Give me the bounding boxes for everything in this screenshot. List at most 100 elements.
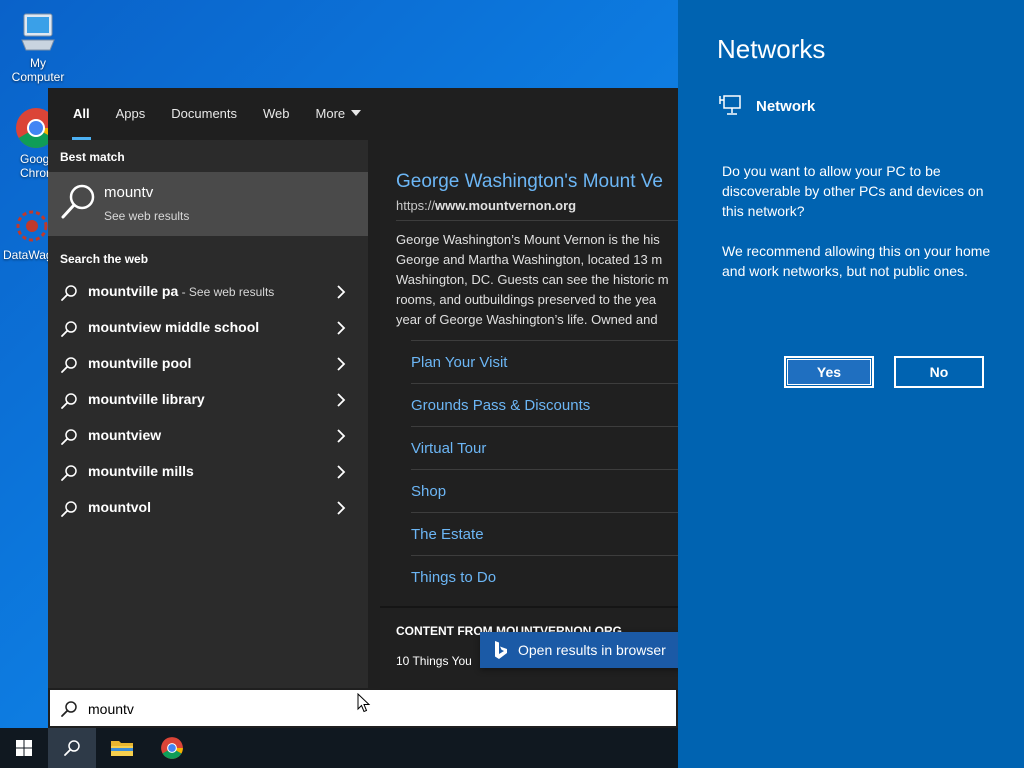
desktop-icon-label: Goog Chror (20, 152, 51, 180)
web-suggestion-item[interactable]: mountville mills (48, 454, 368, 490)
web-suggestion-item[interactable]: mountville pool (48, 346, 368, 382)
web-suggestion-item[interactable]: mountview middle school (48, 310, 368, 346)
link-things-to-do[interactable]: Things to Do (411, 569, 496, 586)
tab-label: Web (263, 106, 290, 121)
divider (411, 340, 678, 341)
search-query: mountv (88, 701, 134, 717)
suggestion-query: mountville library (88, 391, 205, 407)
search-icon (61, 184, 95, 219)
link-the-estate[interactable]: The Estate (411, 526, 484, 543)
tab-label: More (315, 106, 346, 121)
search-tabs: All Apps Documents Web More (48, 88, 678, 140)
link-grounds-pass[interactable]: Grounds Pass & Discounts (411, 397, 590, 414)
divider (411, 426, 678, 427)
search-icon (61, 357, 77, 373)
best-match-item[interactable]: mountv See web results (48, 172, 368, 236)
web-suggestion-item[interactable]: mountville pa - See web results (48, 274, 368, 310)
suggestion-extra: - See web results (178, 285, 275, 299)
suggestion-query: mountview middle school (88, 319, 260, 335)
suggestion-query: mountvol (88, 499, 151, 515)
search-web-heading: Search the web (60, 252, 149, 266)
tab-apps[interactable]: Apps (103, 88, 159, 140)
link-virtual-tour[interactable]: Virtual Tour (411, 440, 486, 457)
web-suggestion-item[interactable]: mountvol (48, 490, 368, 526)
link-plan-your-visit[interactable]: Plan Your Visit (411, 354, 507, 371)
mouse-cursor (357, 693, 371, 713)
description-line: Washington, DC. Guests can see the histo… (396, 272, 669, 287)
bing-icon (495, 641, 507, 659)
search-icon (61, 429, 77, 445)
tab-all[interactable]: All (60, 88, 103, 140)
preview-url[interactable]: https://www.mountvernon.org (396, 198, 576, 213)
web-suggestion-item[interactable]: mountville library (48, 382, 368, 418)
taskbar-file-explorer[interactable] (98, 728, 146, 768)
open-in-browser-button[interactable]: Open results in browser (480, 632, 680, 668)
windows-icon (16, 740, 32, 756)
chevron-right-icon[interactable] (336, 429, 346, 443)
divider (380, 606, 678, 608)
suggestion-query: mountville pa (88, 283, 179, 299)
suggestion-text: mountview (88, 427, 161, 443)
chevron-right-icon[interactable] (336, 321, 346, 335)
tab-more[interactable]: More (303, 88, 375, 140)
search-icon (61, 285, 77, 301)
web-suggestion-item[interactable]: mountview (48, 418, 368, 454)
preview-description: George Washington’s Mount Vernon is the … (396, 230, 678, 330)
description-line: year of George Washington’s life. Owned … (396, 312, 658, 327)
networks-flyout: Networks Network Do you want to allow yo… (678, 0, 1024, 768)
divider (396, 220, 678, 221)
best-match-subtitle: See web results (104, 209, 190, 223)
divider (411, 383, 678, 384)
best-match-title: mountv (104, 184, 154, 201)
tab-label: All (73, 106, 90, 121)
suggestion-text: mountvol (88, 499, 151, 515)
taskbar-chrome[interactable] (148, 728, 196, 768)
suggestion-text: mountview middle school (88, 319, 259, 335)
description-line: George Washington’s Mount Vernon is the … (396, 232, 660, 247)
content-item[interactable]: 10 Things You (396, 654, 472, 668)
chevron-right-icon[interactable] (336, 357, 346, 371)
taskbar-search-button[interactable] (48, 728, 96, 768)
tab-documents[interactable]: Documents (158, 88, 250, 140)
search-icon (64, 740, 80, 756)
chevron-right-icon[interactable] (336, 465, 346, 479)
chevron-down-icon (351, 110, 362, 116)
link-shop[interactable]: Shop (411, 483, 446, 500)
preview-title[interactable]: George Washington's Mount Ve (396, 171, 663, 193)
suggestion-text: mountville pa - See web results (88, 283, 274, 299)
suggestion-query: mountville mills (88, 463, 194, 479)
networks-title: Networks (717, 34, 826, 64)
suggestion-text: mountville mills (88, 463, 194, 479)
chevron-right-icon[interactable] (336, 501, 346, 515)
suggestion-query: mountville pool (88, 355, 192, 371)
search-icon (61, 465, 77, 481)
open-in-browser-label: Open results in browser (518, 642, 666, 658)
tab-label: Apps (115, 106, 146, 121)
chrome-icon (161, 737, 183, 759)
search-icon (61, 321, 77, 337)
no-button[interactable]: No (894, 356, 984, 388)
chevron-right-icon[interactable] (336, 393, 346, 407)
web-suggestions: mountville pa - See web results mountview… (48, 274, 368, 526)
description-line: George and Martha Washington, located 13… (396, 252, 663, 267)
results-list: Best match mountv See web results Search… (48, 140, 368, 688)
tab-web[interactable]: Web (250, 88, 303, 140)
datawag-icon (16, 210, 48, 242)
suggestion-text: mountville pool (88, 355, 191, 371)
divider (411, 512, 678, 513)
suggestion-text: mountville library (88, 391, 205, 407)
discoverable-question: Do you want to allow your PC to be disco… (722, 163, 984, 219)
divider (411, 555, 678, 556)
search-icon (61, 393, 77, 409)
search-icon (61, 701, 77, 717)
desktop-icon-chrome[interactable]: Goog Chror (2, 106, 56, 180)
computer-icon (21, 13, 55, 51)
url-domain: www.mountvernon.org (435, 198, 577, 213)
divider (411, 469, 678, 470)
url-prefix: https:// (396, 198, 436, 213)
start-button[interactable] (0, 728, 48, 768)
yes-button[interactable]: Yes (784, 356, 874, 388)
desktop-icon-label: My Computer (11, 56, 65, 84)
desktop-icon-my-computer[interactable]: My Computer (2, 10, 74, 84)
chevron-right-icon[interactable] (336, 285, 346, 299)
